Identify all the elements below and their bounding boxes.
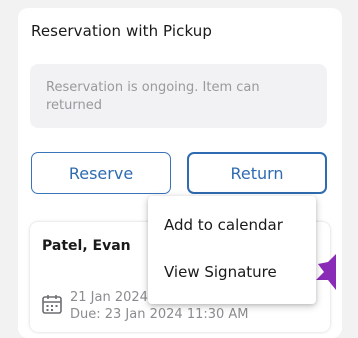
status-box: Reservation is ongoing. Item can returne…: [30, 64, 327, 128]
reserver-name: Patel, Evan: [42, 238, 131, 254]
menu-item-add-to-calendar[interactable]: Add to calendar: [164, 216, 283, 234]
section-title: Reservation with Pickup: [31, 22, 213, 40]
return-button[interactable]: Return: [187, 152, 327, 194]
reservation-start-date: 21 Jan 2024: [70, 290, 148, 305]
menu-item-view-signature[interactable]: View Signature: [164, 263, 277, 281]
calendar-icon: [42, 295, 62, 314]
reservation-due-date: Due: 23 Jan 2024 11:30 AM: [70, 307, 249, 322]
reserve-button[interactable]: Reserve: [31, 152, 171, 194]
status-message: Reservation is ongoing. Item can returne…: [46, 80, 260, 113]
context-menu: Add to calendar View Signature: [148, 196, 316, 304]
